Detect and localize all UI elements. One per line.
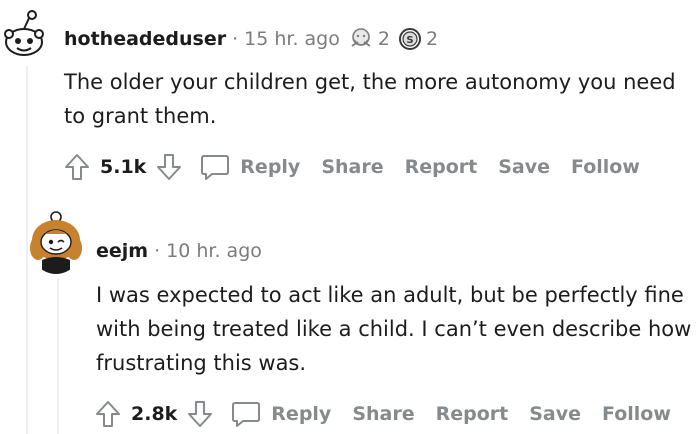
upvote-arrow-icon: [96, 401, 120, 427]
award-hug[interactable]: 2: [348, 26, 390, 52]
snoo-avatar-icon: [1, 10, 51, 60]
silver-award-icon: S: [398, 28, 421, 50]
report-button[interactable]: Report: [436, 403, 509, 425]
upvote-arrow-icon: [65, 154, 89, 180]
separator: ·: [232, 28, 239, 50]
thread-line: [26, 66, 28, 434]
avatar[interactable]: [0, 6, 52, 64]
snoo-avatar-icon: [29, 211, 83, 274]
award-silver[interactable]: S 2: [398, 27, 438, 51]
hug-award-icon: [351, 28, 371, 47]
share-button[interactable]: Share: [321, 156, 383, 178]
downvote-button[interactable]: [185, 399, 215, 429]
upvote-button[interactable]: [93, 399, 123, 429]
comment-actions: 5.1k Reply Share Report Save Follow: [62, 152, 661, 182]
chat-bubble-icon: [232, 402, 261, 427]
award-count: 2: [425, 28, 439, 50]
reply-button[interactable]: Reply: [240, 156, 300, 178]
timestamp[interactable]: 10 hr. ago: [166, 240, 262, 262]
downvote-button[interactable]: [154, 152, 184, 182]
save-button[interactable]: Save: [529, 403, 581, 425]
username-link[interactable]: hotheadeduser: [64, 28, 226, 50]
share-button[interactable]: Share: [352, 403, 414, 425]
vote-score: 5.1k: [100, 156, 147, 178]
avatar[interactable]: [28, 208, 84, 274]
upvote-button[interactable]: [62, 152, 92, 182]
reply-button[interactable]: Reply: [271, 403, 331, 425]
save-button[interactable]: Save: [498, 156, 550, 178]
timestamp[interactable]: 15 hr. ago: [244, 28, 340, 50]
follow-button[interactable]: Follow: [571, 156, 640, 178]
report-button[interactable]: Report: [405, 156, 478, 178]
chat-bubble-icon: [201, 155, 230, 180]
comment-meta: hotheadeduser · 15 hr. ago 2 S 2: [64, 26, 438, 52]
username-link[interactable]: eejm: [96, 240, 148, 262]
comment-body: The older your children get, the more au…: [64, 70, 676, 128]
vote-score: 2.8k: [131, 403, 178, 425]
comment-body: I was expected to act like an adult, but…: [96, 283, 692, 375]
comment-actions: 2.8k Reply Share Report Save Follow: [93, 399, 692, 429]
follow-button[interactable]: Follow: [602, 403, 671, 425]
downvote-arrow-icon: [157, 154, 182, 180]
comment-meta: eejm · 10 hr. ago: [96, 240, 262, 262]
award-count: 2: [377, 28, 390, 50]
separator: ·: [154, 240, 161, 262]
reply-icon[interactable]: [231, 400, 261, 428]
thread-line: [57, 278, 59, 434]
downvote-arrow-icon: [188, 401, 213, 427]
reply-icon[interactable]: [200, 153, 230, 181]
svg-text:S: S: [406, 35, 413, 46]
